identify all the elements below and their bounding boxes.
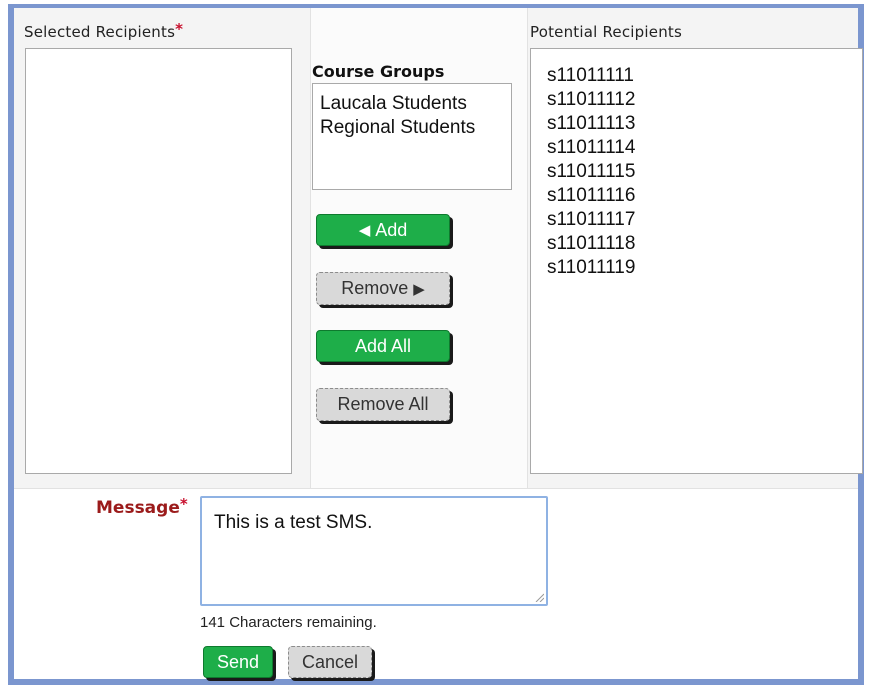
message-textarea[interactable]: This is a test SMS. <box>200 496 548 606</box>
required-mark: * <box>175 20 184 38</box>
resize-grip-icon[interactable] <box>534 592 544 602</box>
send-button-label: Send <box>216 651 260 672</box>
section-divider <box>14 488 858 489</box>
potential-recipient-option[interactable]: s11011119 <box>547 256 846 280</box>
cancel-button[interactable]: Cancel <box>288 646 372 678</box>
potential-recipients-label: Potential Recipients <box>530 23 682 41</box>
potential-recipient-option[interactable]: s11011111 <box>547 64 846 88</box>
add-button[interactable]: ◀ Add <box>316 214 450 246</box>
message-text: This is a test SMS. <box>214 512 373 533</box>
cancel-button-label: Cancel <box>301 651 359 672</box>
send-button[interactable]: Send <box>203 646 273 678</box>
triangle-left-icon: ◀ <box>358 222 371 239</box>
course-groups-label: Course Groups <box>312 62 445 81</box>
potential-recipient-option[interactable]: s11011113 <box>547 112 846 136</box>
remove-all-button-label: Remove All <box>337 394 429 414</box>
potential-recipient-option[interactable]: s11011112 <box>547 88 846 112</box>
remove-button-label: Remove <box>341 278 409 298</box>
course-group-option[interactable]: Laucala Students <box>320 92 504 116</box>
required-mark: * <box>179 495 188 513</box>
potential-recipient-option[interactable]: s11011118 <box>547 232 846 256</box>
potential-recipients-listbox[interactable]: s11011111 s11011112 s11011113 s11011114 … <box>530 48 863 474</box>
potential-recipient-option[interactable]: s11011116 <box>547 184 846 208</box>
selected-recipients-label: Selected Recipients* <box>24 20 184 41</box>
sms-form-panel: Selected Recipients* Course Groups Lauca… <box>8 4 864 685</box>
characters-remaining-text: 141 Characters remaining. <box>200 614 377 631</box>
column-divider <box>527 8 528 488</box>
remove-all-button[interactable]: Remove All <box>316 388 450 421</box>
potential-recipient-option[interactable]: s11011115 <box>547 160 846 184</box>
add-all-button-label: Add All <box>354 335 412 356</box>
message-label: Message* <box>96 495 188 518</box>
potential-recipient-option[interactable]: s11011114 <box>547 136 846 160</box>
course-groups-listbox[interactable]: Laucala Students Regional Students <box>312 83 512 190</box>
course-group-option[interactable]: Regional Students <box>320 116 504 140</box>
remove-button[interactable]: Remove ▶ <box>316 272 450 305</box>
add-button-label: Add <box>375 219 408 240</box>
selected-recipients-label-text: Selected Recipients <box>24 23 176 41</box>
selected-recipients-listbox[interactable] <box>25 48 292 474</box>
recipient-selection-area: Selected Recipients* Course Groups Lauca… <box>14 8 863 488</box>
potential-recipient-option[interactable]: s11011117 <box>547 208 846 232</box>
add-all-button[interactable]: Add All <box>316 330 450 362</box>
message-label-text: Message <box>96 498 180 518</box>
column-divider <box>310 8 311 488</box>
triangle-right-icon: ▶ <box>413 280 425 298</box>
